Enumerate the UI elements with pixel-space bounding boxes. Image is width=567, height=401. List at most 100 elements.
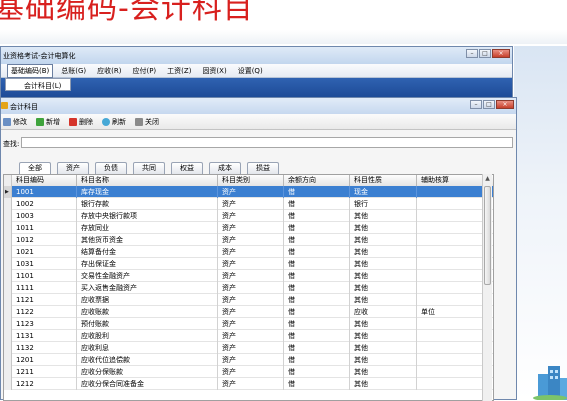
table-row[interactable]: 1122 应收账款 资产借应收 单位 bbox=[4, 306, 493, 318]
row-selector[interactable] bbox=[4, 294, 12, 306]
cell-code[interactable]: 1031 bbox=[12, 258, 77, 270]
vertical-scrollbar[interactable]: ▲ bbox=[482, 174, 492, 401]
search-input[interactable] bbox=[21, 137, 513, 148]
cell-auxiliary[interactable] bbox=[417, 270, 485, 282]
cell-auxiliary[interactable] bbox=[417, 234, 485, 246]
cell-nature[interactable]: 其他 bbox=[350, 378, 417, 390]
menu-basic-coding[interactable]: 基础编码(B) bbox=[7, 63, 54, 78]
cell-auxiliary[interactable] bbox=[417, 330, 485, 342]
cell-category[interactable]: 资产 bbox=[218, 258, 284, 270]
cell-category[interactable]: 资产 bbox=[218, 234, 284, 246]
row-selector[interactable] bbox=[4, 330, 12, 342]
cell-name[interactable]: 买入返售金融资产 bbox=[77, 282, 218, 294]
table-row[interactable]: 1201 应收代位追偿款 资产借其他 bbox=[4, 354, 493, 366]
cell-nature[interactable]: 其他 bbox=[350, 246, 417, 258]
cell-category[interactable]: 资产 bbox=[218, 342, 284, 354]
cell-direction[interactable]: 借 bbox=[284, 270, 350, 282]
cell-auxiliary[interactable] bbox=[417, 198, 485, 210]
cell-nature[interactable]: 其他 bbox=[350, 366, 417, 378]
cell-nature[interactable]: 银行 bbox=[350, 198, 417, 210]
table-row[interactable]: 1031 存出保证金 资产借其他 bbox=[4, 258, 493, 270]
cell-category[interactable]: 资产 bbox=[218, 378, 284, 390]
cell-category[interactable]: 资产 bbox=[218, 282, 284, 294]
close-window-button[interactable]: 关闭 bbox=[135, 117, 159, 127]
row-selector[interactable] bbox=[4, 282, 12, 294]
cell-code[interactable]: 1001 bbox=[12, 186, 77, 198]
table-row[interactable]: 1002 银行存款 资产借银行 bbox=[4, 198, 493, 210]
cell-direction[interactable]: 借 bbox=[284, 234, 350, 246]
cell-auxiliary[interactable] bbox=[417, 210, 485, 222]
cell-auxiliary[interactable] bbox=[417, 366, 485, 378]
cell-direction[interactable]: 借 bbox=[284, 306, 350, 318]
cell-direction[interactable]: 借 bbox=[284, 378, 350, 390]
cell-category[interactable]: 资产 bbox=[218, 366, 284, 378]
column-header-category[interactable]: 科目类别 bbox=[218, 175, 284, 186]
row-selector[interactable] bbox=[4, 246, 12, 258]
cell-direction[interactable]: 借 bbox=[284, 354, 350, 366]
delete-button[interactable]: 删除 bbox=[69, 117, 93, 127]
scroll-up-icon[interactable]: ▲ bbox=[483, 174, 492, 183]
column-header-name[interactable]: 科目名称 bbox=[77, 175, 218, 186]
cell-name[interactable]: 应收分保账款 bbox=[77, 366, 218, 378]
cell-category[interactable]: 资产 bbox=[218, 246, 284, 258]
row-selector[interactable] bbox=[4, 318, 12, 330]
cell-nature[interactable]: 其他 bbox=[350, 282, 417, 294]
menu-payroll[interactable]: 工资(Z) bbox=[164, 65, 194, 77]
cell-name[interactable]: 应收账款 bbox=[77, 306, 218, 318]
cell-auxiliary[interactable] bbox=[417, 258, 485, 270]
cell-category[interactable]: 资产 bbox=[218, 354, 284, 366]
cell-auxiliary[interactable] bbox=[417, 282, 485, 294]
column-header-nature[interactable]: 科目性质 bbox=[350, 175, 417, 186]
table-row[interactable]: ▶ 1001 库存现金 资产借现金 bbox=[4, 186, 493, 198]
cell-auxiliary[interactable] bbox=[417, 186, 485, 198]
add-button[interactable]: 新增 bbox=[36, 117, 60, 127]
cell-category[interactable]: 资产 bbox=[218, 270, 284, 282]
cell-direction[interactable]: 借 bbox=[284, 258, 350, 270]
cell-direction[interactable]: 借 bbox=[284, 366, 350, 378]
close-button[interactable]: × bbox=[492, 49, 510, 58]
cell-name[interactable]: 交易性金融资产 bbox=[77, 270, 218, 282]
cell-nature[interactable]: 其他 bbox=[350, 354, 417, 366]
cell-code[interactable]: 1012 bbox=[12, 234, 77, 246]
menu-receivables[interactable]: 应收(R) bbox=[94, 65, 124, 77]
cell-code[interactable]: 1132 bbox=[12, 342, 77, 354]
cell-code[interactable]: 1201 bbox=[12, 354, 77, 366]
row-selector[interactable]: ▶ bbox=[4, 186, 12, 198]
cell-name[interactable]: 应收票据 bbox=[77, 294, 218, 306]
cell-direction[interactable]: 借 bbox=[284, 210, 350, 222]
cell-category[interactable]: 资产 bbox=[218, 222, 284, 234]
cell-auxiliary[interactable] bbox=[417, 294, 485, 306]
minimize-button[interactable]: – bbox=[466, 49, 478, 58]
cell-auxiliary[interactable]: 单位 bbox=[417, 306, 485, 318]
cell-code[interactable]: 1131 bbox=[12, 330, 77, 342]
row-selector[interactable] bbox=[4, 354, 12, 366]
cell-nature[interactable]: 应收 bbox=[350, 306, 417, 318]
cell-name[interactable]: 存放同业 bbox=[77, 222, 218, 234]
cell-direction[interactable]: 借 bbox=[284, 294, 350, 306]
cell-name[interactable]: 库存现金 bbox=[77, 186, 218, 198]
cell-code[interactable]: 1011 bbox=[12, 222, 77, 234]
table-row[interactable]: 1132 应收利息 资产借其他 bbox=[4, 342, 493, 354]
row-selector[interactable] bbox=[4, 270, 12, 282]
close-button[interactable]: × bbox=[496, 100, 514, 109]
cell-nature[interactable]: 现金 bbox=[350, 186, 417, 198]
table-row[interactable]: 1101 交易性金融资产 资产借其他 bbox=[4, 270, 493, 282]
menu-general-ledger[interactable]: 总账(G) bbox=[58, 65, 89, 77]
cell-nature[interactable]: 其他 bbox=[350, 294, 417, 306]
table-row[interactable]: 1012 其他货币资金 资产借其他 bbox=[4, 234, 493, 246]
row-selector[interactable] bbox=[4, 366, 12, 378]
table-row[interactable]: 1131 应收股利 资产借其他 bbox=[4, 330, 493, 342]
edit-button[interactable]: 修改 bbox=[3, 117, 27, 127]
cell-nature[interactable]: 其他 bbox=[350, 222, 417, 234]
menu-settings[interactable]: 设置(Q) bbox=[235, 65, 266, 77]
table-row[interactable]: 1212 应收分保合同准备金 资产借其他 bbox=[4, 378, 493, 390]
cell-name[interactable]: 应收股利 bbox=[77, 330, 218, 342]
cell-direction[interactable]: 借 bbox=[284, 186, 350, 198]
cell-category[interactable]: 资产 bbox=[218, 198, 284, 210]
cell-nature[interactable]: 其他 bbox=[350, 258, 417, 270]
cell-category[interactable]: 资产 bbox=[218, 294, 284, 306]
cell-code[interactable]: 1002 bbox=[12, 198, 77, 210]
row-selector[interactable] bbox=[4, 234, 12, 246]
table-row[interactable]: 1123 预付账款 资产借其他 bbox=[4, 318, 493, 330]
cell-category[interactable]: 资产 bbox=[218, 186, 284, 198]
